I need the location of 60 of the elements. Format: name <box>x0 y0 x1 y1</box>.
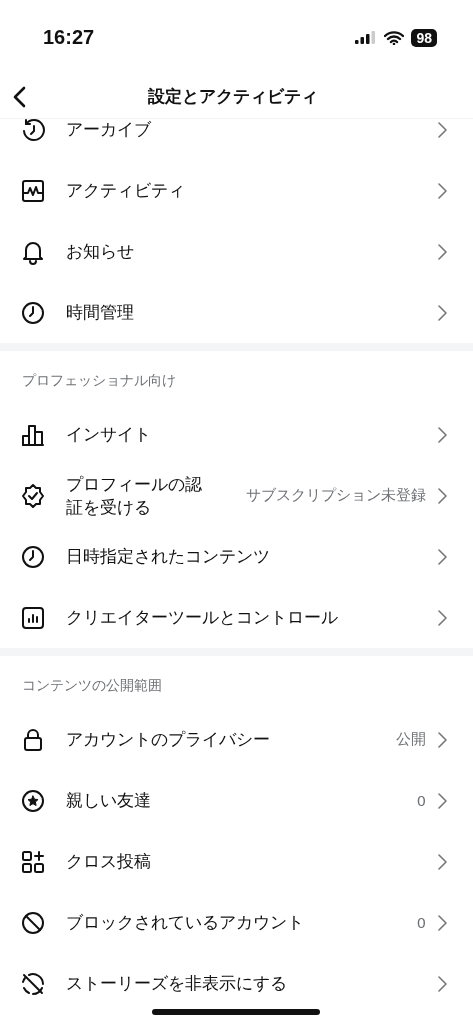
section-heading: コンテンツの公開範囲 <box>21 676 163 695</box>
chevron-icon <box>438 853 447 870</box>
settings-row[interactable]: ブロックされているアカウント 0 <box>0 892 473 953</box>
row-label: プロフィールの認証を受ける <box>66 472 203 519</box>
settings-row[interactable]: アクティビティ <box>0 160 473 221</box>
settings-row[interactable]: インサイト <box>0 404 473 465</box>
row-label: お知らせ <box>66 240 135 263</box>
row-label: ストーリーズを非表示にする <box>66 972 288 995</box>
row-label: 時間管理 <box>66 301 135 324</box>
chart-box-icon <box>20 604 46 631</box>
signal-icon <box>355 31 378 44</box>
grid-plus-icon <box>20 848 46 875</box>
chevron-icon <box>438 304 447 321</box>
archive-icon <box>20 119 46 143</box>
block-icon <box>20 909 46 936</box>
verified-badge-icon <box>20 482 46 509</box>
row-label: ブロックされているアカウント <box>66 911 305 934</box>
page-title: 設定とアクティビティ <box>146 85 319 108</box>
status-time: 16:27 <box>43 26 95 49</box>
chevron-icon <box>438 548 447 565</box>
battery-level: 98 <box>411 28 437 47</box>
chevron-icon <box>438 975 447 992</box>
settings-row[interactable]: 時間管理 <box>0 282 473 343</box>
clock-icon <box>20 543 46 570</box>
settings-row[interactable]: アカウントのプライバシー 公開 <box>0 709 473 770</box>
settings-row[interactable]: プロフィールの認証を受ける サブスクリプション未登録 <box>0 465 473 526</box>
section-heading: プロフェッショナル向け <box>21 371 177 390</box>
row-label: アーカイブ <box>66 119 152 141</box>
settings-row[interactable]: ストーリーズを非表示にする <box>0 953 473 1014</box>
settings-row[interactable]: お知らせ <box>0 221 473 282</box>
clock-icon <box>20 299 46 326</box>
chevron-icon <box>438 121 447 138</box>
settings-row[interactable]: 日時指定されたコンテンツ <box>0 526 473 587</box>
settings-row[interactable]: クリエイターツールとコントロール <box>0 587 473 648</box>
row-label: クロス投稿 <box>66 850 152 873</box>
row-label: アカウントのプライバシー <box>66 728 271 751</box>
row-label: アクティビティ <box>66 179 186 202</box>
chevron-icon <box>438 914 447 931</box>
row-value: 0 <box>416 792 426 809</box>
row-label: 日時指定されたコンテンツ <box>66 545 271 568</box>
row-value: 公開 <box>396 730 426 749</box>
row-value: サブスクリプション未登録 <box>246 486 426 505</box>
wifi-icon <box>384 30 405 45</box>
hidden-story-icon <box>20 970 46 997</box>
settings-row[interactable]: アーカイブ <box>0 119 473 160</box>
chevron-icon <box>438 609 447 626</box>
row-label: インサイト <box>66 423 152 446</box>
chevron-icon <box>438 243 447 260</box>
star-circle-icon <box>20 787 46 814</box>
chevron-icon <box>438 426 447 443</box>
settings-row[interactable]: クロス投稿 <box>0 831 473 892</box>
row-label: 親しい友達 <box>66 789 152 812</box>
settings-row[interactable]: 親しい友達 0 <box>0 770 473 831</box>
chevron-icon <box>438 487 447 504</box>
chevron-icon <box>438 182 447 199</box>
row-label: クリエイターツールとコントロール <box>66 606 339 629</box>
chevron-icon <box>438 731 447 748</box>
row-value: 0 <box>416 914 426 931</box>
activity-icon <box>20 177 46 204</box>
chevron-icon <box>438 792 447 809</box>
